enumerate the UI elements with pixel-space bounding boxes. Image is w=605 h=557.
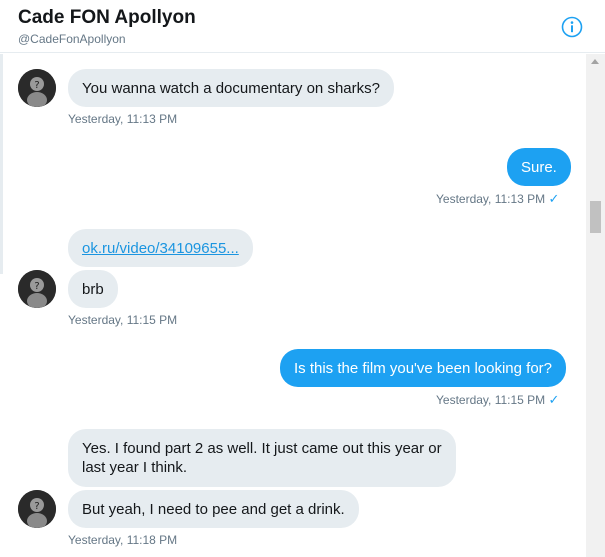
scrollbar-thumb[interactable] [590,201,601,233]
message-timestamp: Yesterday, 11:18 PM [68,533,178,547]
message-timestamp: Yesterday, 11:15 PM [436,393,546,407]
avatar[interactable]: ? [18,69,56,107]
message-text: Sure. [521,159,557,176]
message-timestamp: Yesterday, 11:15 PM [68,313,178,327]
message-link[interactable]: ok.ru/video/34109655... [82,240,239,257]
svg-text:?: ? [34,501,39,512]
message-timestamp: Yesterday, 11:13 PM [68,112,178,126]
dm-conversation: Cade FON Apollyon @CadeFonApollyon ? You… [0,0,605,557]
message-bubble-incoming[interactable]: Yes. I found part 2 as well. It just cam… [68,429,456,487]
scrollbar[interactable] [586,54,605,557]
message-text: But yeah, I need to pee and get a drink. [82,501,345,518]
message-text: You wanna watch a documentary on sharks? [82,80,380,97]
conversation-title[interactable]: Cade FON Apollyon [18,7,196,29]
message-bubble-incoming[interactable]: brb [68,270,118,308]
message-text-line: last year I think. [82,459,188,476]
info-icon[interactable] [561,16,583,38]
conversation-header: Cade FON Apollyon @CadeFonApollyon [0,0,605,53]
svg-text:?: ? [34,80,39,91]
message-text-line: Yes. I found part 2 as well. It just cam… [82,440,442,457]
conversation-handle[interactable]: @CadeFonApollyon [18,32,126,46]
message-bubble-outgoing[interactable]: Is this the film you've been looking for… [280,349,567,387]
message-timestamp-row: Yesterday, 11:15 PM ✓ [436,392,559,408]
svg-text:?: ? [34,281,39,292]
message-timestamp: Yesterday, 11:13 PM [436,192,546,206]
checkmark-icon: ✓ [548,392,560,407]
message-bubble-incoming[interactable]: But yeah, I need to pee and get a drink. [68,490,359,528]
scroll-up-arrow-icon[interactable] [591,59,599,64]
message-text: brb [82,281,104,298]
message-text: Is this the film you've been looking for… [294,360,553,377]
avatar[interactable]: ? [18,490,56,528]
avatar[interactable]: ? [18,270,56,308]
message-bubble-outgoing[interactable]: Sure. [507,148,571,186]
message-bubble-incoming[interactable]: You wanna watch a documentary on sharks? [68,69,394,107]
panel-edge [0,54,3,274]
message-timestamp-row: Yesterday, 11:13 PM ✓ [436,191,559,207]
checkmark-icon: ✓ [548,191,560,206]
message-bubble-incoming[interactable]: ok.ru/video/34109655... [68,229,253,267]
